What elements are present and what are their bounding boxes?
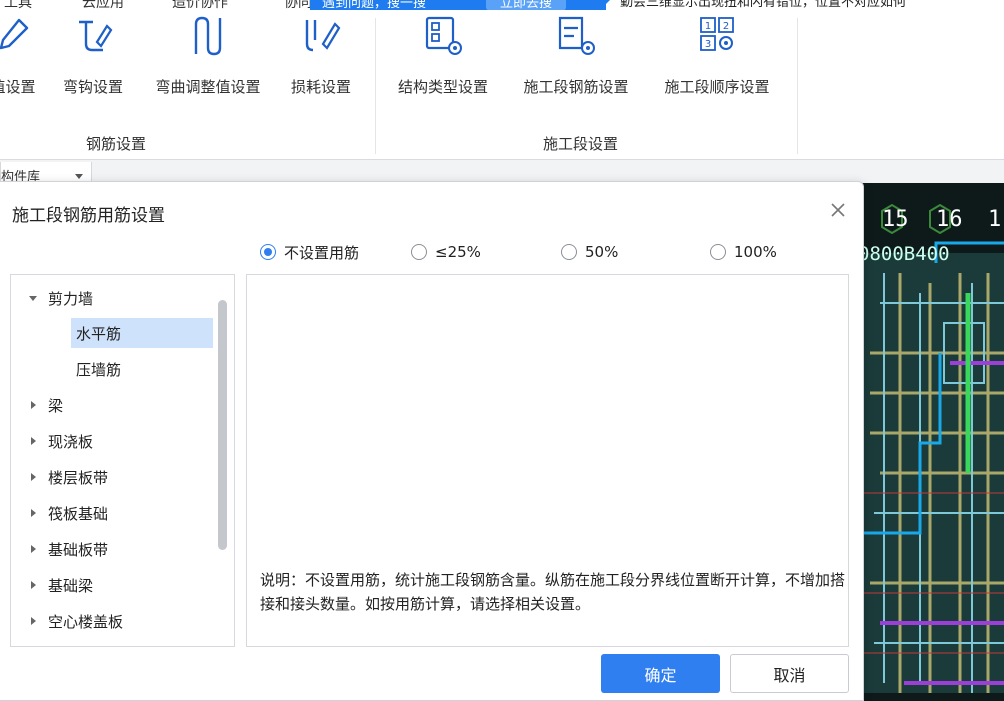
tree-item-raft-foundation[interactable]: 筏板基础 (11, 498, 211, 528)
ribbon-separator (375, 18, 376, 154)
chevron-down-icon (75, 174, 83, 179)
axis-label-16: 16 (936, 207, 963, 232)
loss-icon (305, 20, 341, 52)
tree-item-label: 剪力墙 (48, 289, 94, 308)
menu-item-cloud[interactable]: 云应用 (82, 0, 124, 10)
notice-text[interactable]: 勤会三维显示出现扭和闪有错位，位置不对应如何 (620, 0, 906, 10)
tree-item-label: 楼层板带 (48, 468, 109, 487)
collapse-arrow-icon[interactable] (31, 545, 36, 553)
svg-text:3: 3 (705, 39, 711, 50)
tree-item-label: 基础板带 (48, 540, 109, 559)
radio-dot (260, 244, 276, 260)
radio-dot (561, 244, 577, 260)
dimension-label: 0800B400 (860, 243, 950, 265)
bend-icon (194, 16, 222, 56)
section-rebar-button[interactable]: 施工段钢筋设置 (510, 10, 642, 120)
ribbon-toolbar: 值设置 弯钩设置 弯曲调整值设置 损耗设置 钢筋设置 结构类型设置 (0, 10, 1004, 160)
section-rebar-label: 施工段钢筋设置 (523, 78, 629, 96)
tree-item-hollow-floor-slab[interactable]: 空心楼盖板 (11, 606, 211, 636)
cancel-button[interactable]: 取消 (730, 654, 849, 693)
dialog-title: 施工段钢筋用筋设置 (12, 206, 165, 226)
tree-item-label: 现浇板 (48, 432, 94, 451)
confirm-button[interactable]: 确定 (601, 654, 720, 693)
tree-item-cast-slab[interactable]: 现浇板 (11, 426, 211, 456)
section-group-label: 施工段设置 (543, 135, 619, 153)
menu-item-cowork[interactable]: 协同 (284, 0, 312, 10)
component-library-combo[interactable]: 构件库 (0, 162, 92, 182)
tip-arrow (600, 0, 610, 10)
radio-dot (411, 244, 427, 260)
section-order-button[interactable]: 1 2 3 施工段顺序设置 (650, 10, 784, 120)
radio-label: ≤25% (435, 243, 481, 261)
pencil-icon (0, 18, 29, 50)
structure-type-button[interactable]: 结构类型设置 (386, 10, 500, 120)
tree-scrollbar[interactable] (218, 300, 227, 550)
ribbon-separator-2 (797, 18, 798, 154)
collapse-arrow-icon[interactable] (31, 473, 36, 481)
collapse-arrow-icon[interactable] (31, 617, 36, 625)
hook-setting-label: 弯钩设置 (62, 78, 123, 96)
close-icon[interactable] (826, 198, 850, 222)
cad-canvas[interactable]: 15 16 1 0800B400 (860, 183, 1004, 701)
value-setting-label: 值设置 (0, 78, 36, 96)
radio-no-usage[interactable]: 不设置用筋 (260, 239, 359, 265)
collapse-arrow-icon[interactable] (31, 401, 36, 409)
hook-setting-button[interactable]: 弯钩设置 (54, 10, 132, 120)
bend-adjust-button[interactable]: 弯曲调整值设置 (142, 10, 274, 120)
component-tree: 剪力墙 水平筋 压墙筋 梁 现浇板 楼层板带 筏板基础 基础板带 基础梁 空心楼… (10, 274, 235, 647)
settings-content-panel: 说明：不设置用筋，统计施工段钢筋含量。纵筋在施工段分界线位置断开计算，不增加搭接… (246, 274, 849, 647)
structure-gear-icon (425, 16, 462, 55)
tree-item-label: 水平筋 (76, 324, 122, 343)
section-order-icon: 1 2 3 (700, 17, 734, 51)
tree-item-wall-pressing-rebar[interactable]: 压墙筋 (71, 354, 213, 384)
section-rebar-dialog: 施工段钢筋用筋设置 不设置用筋 ≤25% 50% 100% 剪力墙 水平筋 压墙… (0, 181, 864, 701)
section-rebar-icon (558, 16, 595, 55)
radio-label: 不设置用筋 (284, 243, 360, 262)
rebar-group-label: 钢筋设置 (86, 135, 147, 153)
radio-50-percent[interactable]: 50% (561, 239, 618, 265)
menu-item-collab[interactable]: 造价协作 (172, 0, 228, 10)
collapse-arrow-icon[interactable] (31, 581, 36, 589)
radio-25-percent[interactable]: ≤25% (411, 239, 481, 265)
tree-item-floor-slab-strip[interactable]: 楼层板带 (11, 462, 211, 492)
tree-item-beam[interactable]: 梁 (11, 390, 211, 420)
tree-item-foundation-strip[interactable]: 基础板带 (11, 534, 211, 564)
loss-setting-button[interactable]: 损耗设置 (282, 10, 360, 120)
description-text: 说明：不设置用筋，统计施工段钢筋含量。纵筋在施工段分界线位置断开计算，不增加搭接… (260, 571, 846, 613)
expand-arrow-icon[interactable] (29, 295, 37, 301)
axis-label-17: 1 (988, 207, 1002, 232)
tree-item-label: 基础梁 (48, 576, 94, 595)
bend-adjust-label: 弯曲调整值设置 (155, 78, 261, 96)
tree-item-foundation-beam[interactable]: 基础梁 (11, 570, 211, 600)
tree-item-label: 空心楼盖板 (48, 612, 124, 631)
radio-label: 100% (734, 243, 777, 261)
hook-icon (79, 20, 113, 52)
tree-item-horizontal-rebar[interactable]: 水平筋 (71, 318, 213, 348)
loss-setting-label: 损耗设置 (290, 78, 351, 96)
section-order-label: 施工段顺序设置 (664, 78, 770, 96)
menu-item-tools[interactable]: 工具 (4, 0, 32, 10)
radio-100-percent[interactable]: 100% (710, 239, 777, 265)
svg-text:2: 2 (723, 21, 729, 32)
rebar-usage-options: 不设置用筋 ≤25% 50% 100% (0, 239, 860, 265)
tree-item-label: 梁 (48, 396, 64, 415)
tree-item-shear-wall[interactable]: 剪力墙 (11, 283, 211, 313)
radio-label: 50% (585, 243, 619, 261)
svg-text:1: 1 (705, 21, 711, 32)
combo-text: 构件库 (1, 170, 41, 182)
tree-item-label: 压墙筋 (76, 360, 122, 379)
structure-type-label: 结构类型设置 (397, 78, 488, 96)
axis-label-15: 15 (882, 207, 909, 232)
collapse-arrow-icon[interactable] (31, 509, 36, 517)
collapse-arrow-icon[interactable] (31, 437, 36, 445)
tree-item-label: 筏板基础 (48, 504, 109, 523)
value-setting-button[interactable]: 值设置 (0, 10, 44, 120)
radio-dot (710, 244, 726, 260)
